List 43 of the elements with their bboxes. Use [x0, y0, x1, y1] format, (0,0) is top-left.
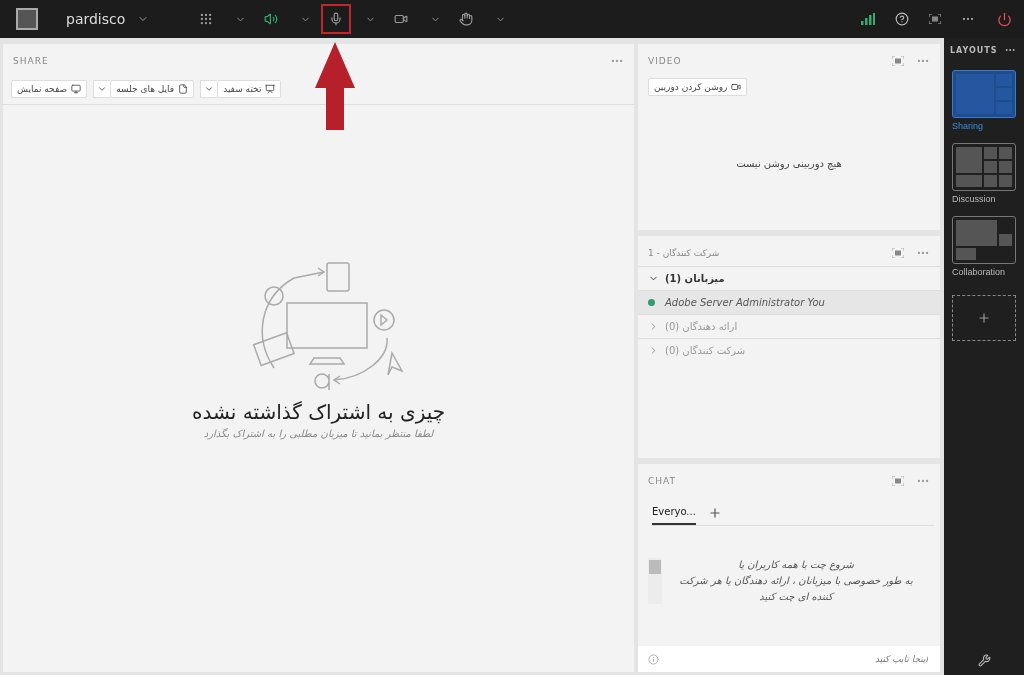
toolbar-button[interactable]: [321, 4, 352, 34]
panel-title: شرکت کنندگان - 1: [648, 248, 720, 258]
tools-icon[interactable]: [975, 652, 993, 669]
speaker-icon: [264, 12, 279, 26]
panel-title: SHARE: [13, 56, 49, 66]
fullscreen-icon[interactable]: [892, 248, 904, 258]
help-icon[interactable]: [893, 10, 911, 28]
share-button[interactable]: فایل های جلسه: [110, 80, 195, 98]
file-icon: [178, 84, 189, 94]
camera-icon: [731, 82, 742, 92]
camera-icon: [394, 12, 409, 26]
chat-tab[interactable]: Everyo...: [652, 500, 696, 525]
fullscreen-icon[interactable]: [892, 56, 904, 66]
info-icon: [648, 653, 659, 665]
camera-button[interactable]: روشن کردن دوربین: [648, 78, 748, 96]
app-logo: [16, 8, 38, 30]
fullscreen-icon[interactable]: [892, 476, 904, 486]
fullscreen-icon[interactable]: [929, 14, 941, 24]
chat-input-field[interactable]: اینجا تایپ کنید: [665, 653, 930, 665]
grid-icon: [199, 12, 214, 26]
attendee-name: Adobe Server Administrator You: [665, 297, 825, 308]
empty-heading: چیزی به اشتراک گذاشته نشده: [191, 400, 446, 424]
monitor-icon: [71, 84, 82, 94]
sidebar-title: LAYOUTS: [950, 45, 998, 55]
plus-icon: [977, 311, 991, 325]
add-layout-button[interactable]: [952, 295, 1016, 341]
chat-input-box[interactable]: اینجا تایپ کنید: [638, 646, 940, 672]
chevron-down-icon: [97, 84, 108, 94]
chevron-down-icon: [204, 84, 215, 94]
microphone-icon: [329, 12, 344, 26]
share-button[interactable]: صفحه نمایش: [11, 80, 88, 98]
empty-subtext: لطفا منتظر بمانید تا میزبان مطلبی را به اشتراک بگذارد: [203, 428, 434, 439]
whiteboard-icon: [265, 84, 276, 94]
hand-icon: [459, 12, 474, 26]
scrollbar[interactable]: [648, 558, 662, 604]
share-button[interactable]: تخته سفید: [217, 80, 282, 98]
attendee-row[interactable]: Adobe Server Administrator You: [638, 290, 940, 314]
video-message: هیچ دوربینی روشن نیست: [735, 156, 843, 172]
chat-message: شروع چت با همه کاربران یا به طور خصوصی با میزبانان ، ارائه دهندگان یا هر شرکت کننده ای چت کنید: [678, 558, 914, 605]
signal-icon: [861, 13, 875, 25]
panel-title: VIDEO: [648, 56, 682, 66]
room-name: pardisco: [66, 11, 126, 27]
panel-title: CHAT: [648, 476, 676, 486]
